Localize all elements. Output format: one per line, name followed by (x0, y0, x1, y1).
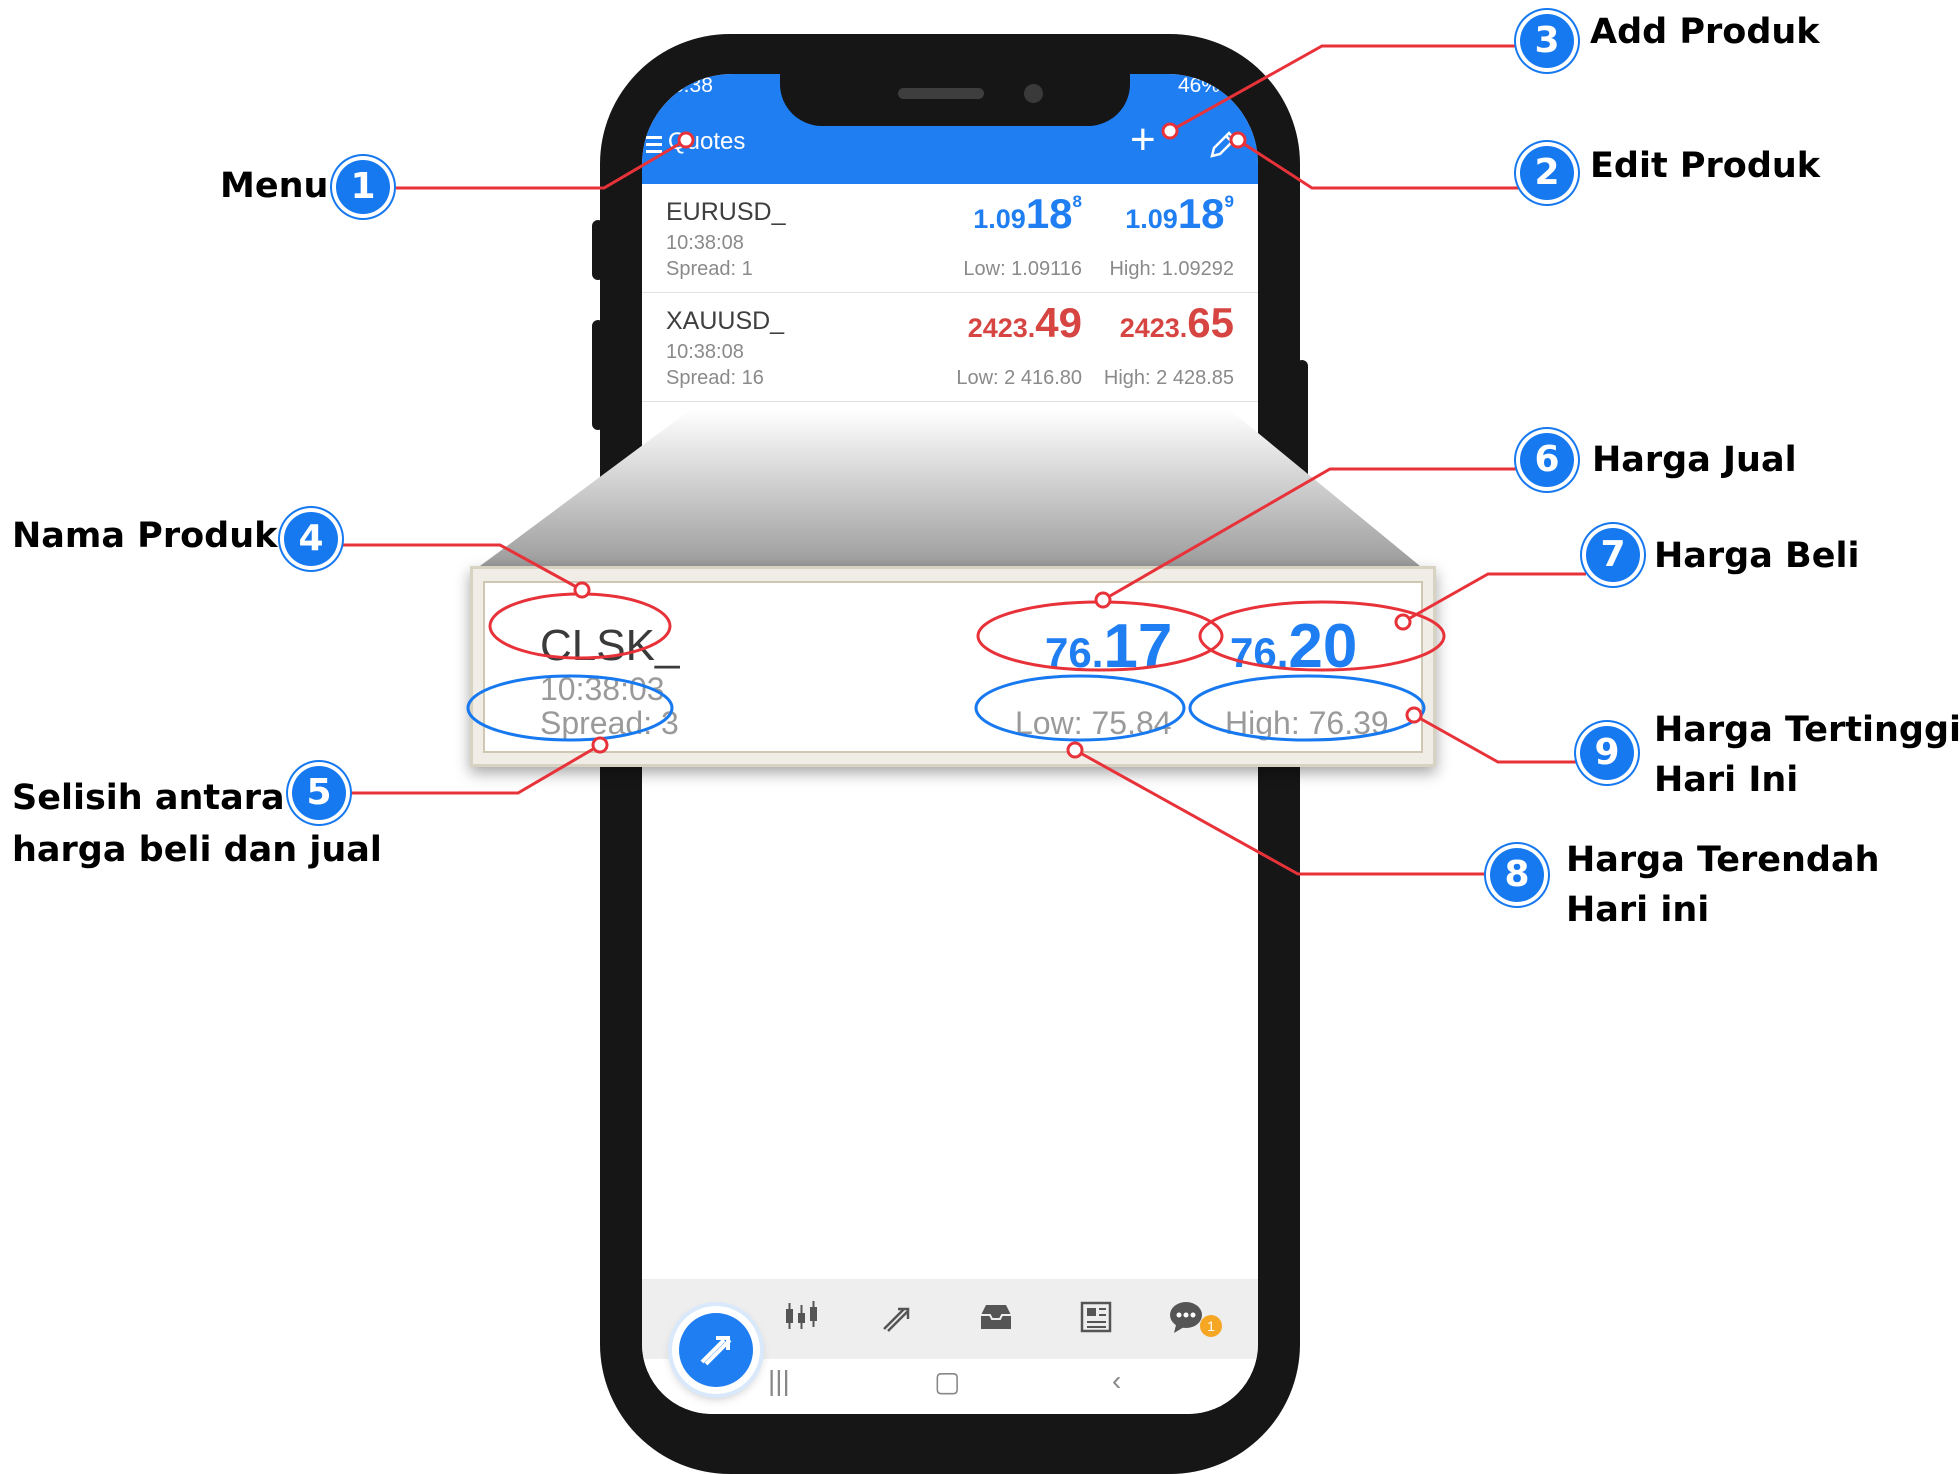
callout-4-label: Nama Produk (12, 516, 278, 556)
zoom-time: 10:38:03 (540, 671, 665, 707)
zoomed-quote-row: CLSK_ 10:38:03 Spread: 3 76.17 76.20 Low… (483, 581, 1423, 753)
callout-3-number: 3 (1520, 14, 1574, 68)
callout-6-label: Harga Jual (1592, 440, 1797, 480)
callout-7-number: 7 (1586, 528, 1640, 582)
callout-8-number: 8 (1490, 848, 1544, 902)
zoom-ask-price: 76.20 (1230, 612, 1358, 681)
callout-2-number: 2 (1520, 146, 1574, 200)
callout-5-number: 5 (292, 766, 346, 820)
zoom-spread: Spread: 3 (540, 705, 679, 741)
callout-5-label-line2: harga beli dan jual (12, 830, 382, 870)
zoom-panel: CLSK_ 10:38:03 Spread: 3 76.17 76.20 Low… (470, 566, 1436, 767)
callout-1-label: Menu (220, 166, 329, 206)
callout-8-label-line2: Hari ini (1566, 890, 1710, 930)
callout-9-label-line2: Hari Ini (1654, 760, 1799, 800)
callout-8-label-line1: Harga Terendah (1566, 840, 1880, 880)
callout-2-label: Edit Produk (1590, 146, 1821, 186)
callout-7-label: Harga Beli (1654, 536, 1860, 576)
infographic: 3:38 46% Quotes + EURUSD_ 10:38:08 Sprea… (0, 0, 1960, 1474)
callout-9-label-line1: Harga Tertinggi (1654, 710, 1960, 750)
zoom-bid-price: 76.17 (1045, 612, 1173, 681)
zoom-low-price: Low: 75.84 (1015, 705, 1172, 741)
callout-9-number: 9 (1580, 726, 1634, 780)
zoom-symbol: CLSK_ (540, 621, 680, 670)
zoom-high-price: High: 76.39 (1225, 705, 1389, 741)
callout-6-number: 6 (1520, 433, 1574, 487)
callout-3-label: Add Produk (1590, 12, 1820, 52)
callout-1-number: 1 (336, 160, 390, 214)
callout-4-number: 4 (284, 512, 338, 566)
callout-5-label-line1: Selisih antara (12, 778, 285, 818)
